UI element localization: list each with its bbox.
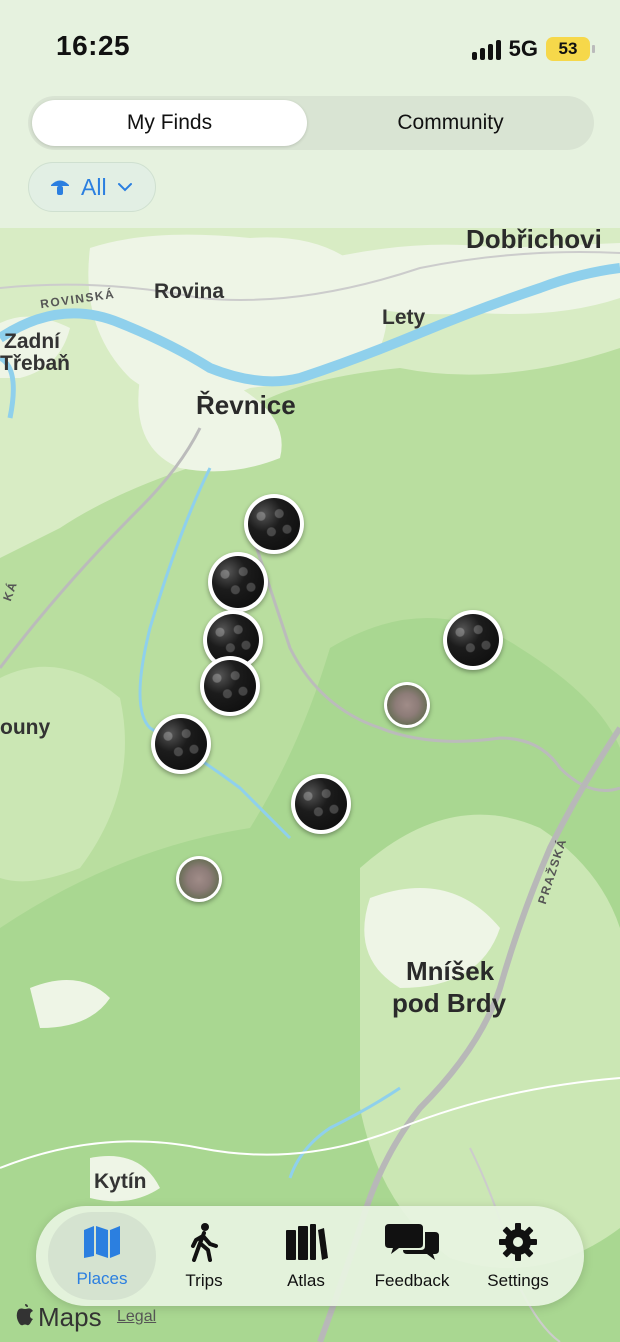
maps-brand-label: Maps [38,1302,102,1332]
battery-icon: 53 [546,37,595,61]
map-label-mnisek: Mníšek [406,956,495,986]
tab-trips[interactable]: Trips [150,1212,258,1300]
map-icon [82,1224,122,1265]
tab-my-finds[interactable]: My Finds [32,100,307,146]
map-label-treban: Třebaň [0,352,71,375]
apple-logo-icon [16,1302,34,1333]
find-pin-moss[interactable] [176,856,222,902]
books-icon [284,1222,328,1267]
map-label-kytin: Kytín [94,1170,147,1193]
tab-atlas[interactable]: Atlas [252,1212,360,1300]
find-pin-blackberry[interactable] [244,494,304,554]
map-label-zadni: Zadní [4,330,60,353]
network-type: 5G [508,36,538,61]
map-label-pod-brdy: pod Brdy [392,988,507,1018]
find-pin-blackberry[interactable] [443,610,503,670]
map-label-lety: Lety [382,306,426,329]
find-pin-blackberry[interactable] [291,774,351,834]
tab-trips-label: Trips [185,1270,223,1290]
header: 16:25 5G 53 My Finds Community All [0,0,620,228]
map-label-ouny: ouny [0,716,51,739]
find-pin-blackberry[interactable] [151,714,211,774]
tab-places[interactable]: Places [48,1212,156,1300]
tab-places-label: Places [76,1268,128,1288]
map-label-dobrichovice: Dobřichovi [466,228,602,254]
find-pin-blackberry[interactable] [208,552,268,612]
map-label-rovina: Rovina [154,280,225,303]
status-indicators: 5G 53 [471,36,595,62]
tab-feedback-label: Feedback [374,1270,450,1290]
tab-settings[interactable]: Settings [464,1212,572,1300]
map-view[interactable]: Dobřichovi Rovina ROVINSKÁ Lety Zadní Tř… [0,228,620,1342]
walking-person-icon [186,1222,222,1267]
tab-atlas-label: Atlas [287,1270,325,1290]
filter-dropdown[interactable]: All [28,162,156,212]
tab-bar: Places Trips Atlas Feedback Settings [36,1206,584,1306]
segmented-control: My Finds Community [28,96,594,150]
mushroom-icon [49,176,71,198]
tab-settings-label: Settings [487,1270,549,1290]
find-pin-blackberry[interactable] [200,656,260,716]
tab-community[interactable]: Community [311,100,590,146]
chat-bubbles-icon [385,1222,439,1267]
legal-link[interactable]: Legal [117,1308,156,1326]
find-pin-moss[interactable] [384,682,430,728]
chevron-down-icon [117,181,133,193]
signal-icon [471,38,501,60]
filter-label: All [81,173,107,200]
tab-feedback[interactable]: Feedback [358,1212,466,1300]
map-label-revnice: Řevnice [196,390,296,420]
gear-icon [498,1222,538,1267]
status-time: 16:25 [56,30,131,61]
maps-attribution: Maps [16,1302,102,1333]
